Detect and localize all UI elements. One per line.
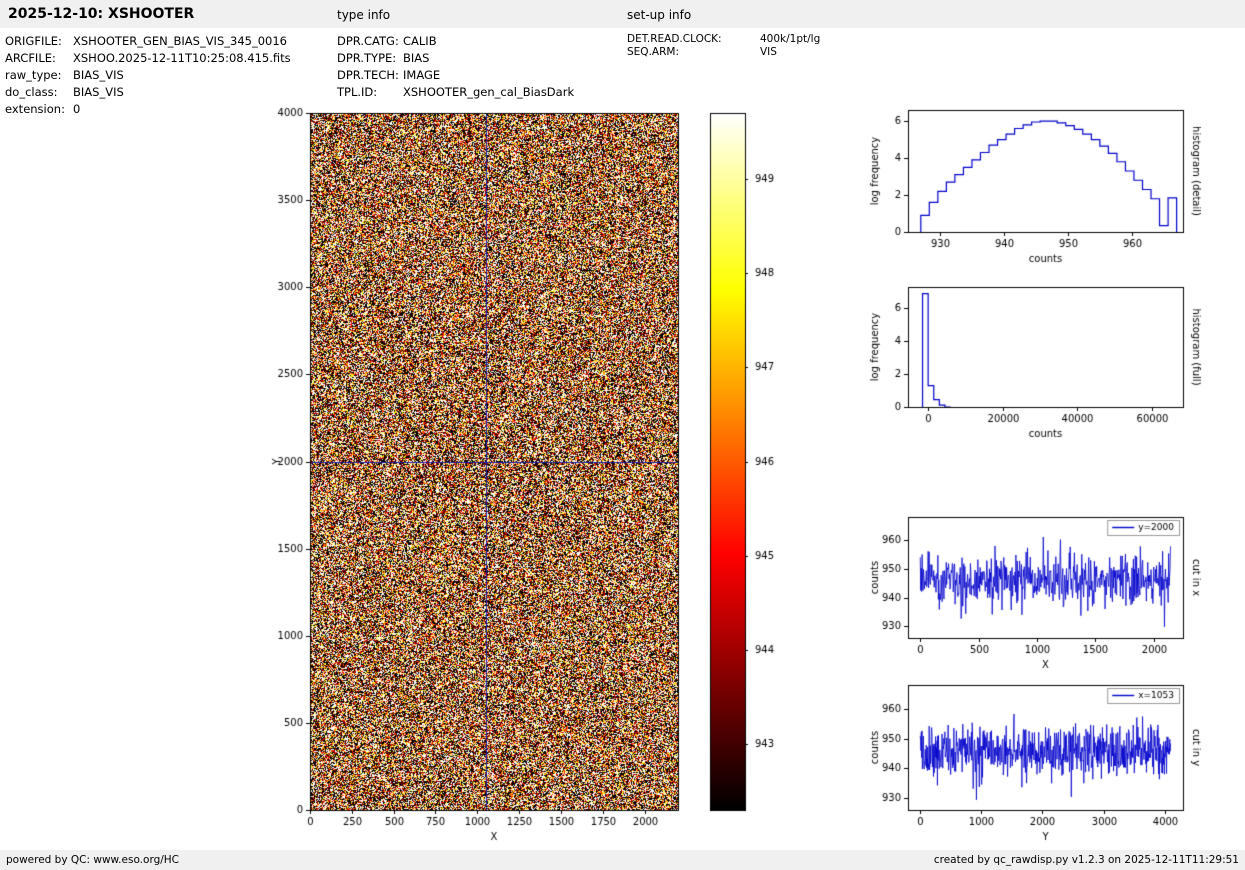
type-info-heading: type info — [337, 8, 391, 22]
footer-left-text: powered by QC: www.eso.org/HC — [6, 854, 180, 866]
info-label: ARCFILE: — [5, 51, 56, 65]
cut-in-x-plot — [860, 503, 1220, 685]
footer-right-text: created by qc_rawdisp.py v1.2.3 on 2025-… — [933, 854, 1239, 866]
cut-in-y-plot — [860, 671, 1220, 850]
info-row-tplid: TPL.ID: XSHOOTER_gen_cal_BiasDark — [337, 84, 574, 101]
info-row-origfile: ORIGFILE: XSHOOTER_GEN_BIAS_VIS_345_0016 — [5, 33, 291, 50]
info-label: DET.READ.CLOCK: — [627, 33, 722, 45]
info-row-arcfile: ARCFILE: XSHOO.2025-12-11T10:25:08.415.f… — [5, 50, 291, 67]
info-label: DPR.TECH: — [337, 68, 399, 82]
info-row-dprcatg: DPR.CATG: CALIB — [337, 33, 574, 50]
info-value: IMAGE — [403, 68, 441, 82]
setup-info-panel: DET.READ.CLOCK: 400k/1pt/lg SEQ.ARM: VIS — [627, 33, 820, 59]
setup-info-heading: set-up info — [627, 8, 692, 22]
info-row-dprtype: DPR.TYPE: BIAS — [337, 50, 574, 67]
file-info-panel: ORIGFILE: XSHOOTER_GEN_BIAS_VIS_345_0016… — [5, 33, 291, 118]
info-row-doclass: do_class: BIAS_VIS — [5, 84, 291, 101]
info-label: SEQ.ARM: — [627, 46, 679, 58]
info-row-readclock: DET.READ.CLOCK: 400k/1pt/lg — [627, 33, 820, 46]
info-row-dprtech: DPR.TECH: IMAGE — [337, 67, 574, 84]
bias-image-plot — [250, 100, 690, 850]
histogram-detail-plot — [860, 98, 1220, 278]
page-title: 2025-12-10: XSHOOTER — [8, 6, 195, 22]
info-value: BIAS — [403, 51, 430, 65]
histogram-full-plot — [860, 278, 1220, 458]
info-value: XSHOO.2025-12-11T10:25:08.415.fits — [73, 51, 291, 65]
info-label: ORIGFILE: — [5, 34, 62, 48]
info-value: XSHOOTER_GEN_BIAS_VIS_345_0016 — [73, 34, 287, 48]
info-label: extension: — [5, 102, 65, 116]
info-value: VIS — [760, 46, 777, 58]
info-row-extension: extension: 0 — [5, 101, 291, 118]
info-row-rawtype: raw_type: BIAS_VIS — [5, 67, 291, 84]
info-label: raw_type: — [5, 68, 62, 82]
colorbar — [700, 100, 790, 850]
info-value: BIAS_VIS — [73, 68, 124, 82]
type-info-panel: DPR.CATG: CALIB DPR.TYPE: BIAS DPR.TECH:… — [337, 33, 574, 101]
info-value: 0 — [73, 102, 81, 116]
footer-bar: powered by QC: www.eso.org/HC created by… — [0, 850, 1245, 870]
info-row-seqarm: SEQ.ARM: VIS — [627, 46, 820, 59]
info-value: XSHOOTER_gen_cal_BiasDark — [403, 85, 575, 99]
info-value: CALIB — [403, 34, 437, 48]
header-bar: 2025-12-10: XSHOOTER type info set-up in… — [0, 0, 1245, 28]
info-value: 400k/1pt/lg — [760, 33, 821, 45]
info-label: TPL.ID: — [337, 85, 378, 99]
info-label: DPR.TYPE: — [337, 51, 397, 65]
info-label: do_class: — [5, 85, 58, 99]
info-label: DPR.CATG: — [337, 34, 399, 48]
info-value: BIAS_VIS — [73, 85, 124, 99]
